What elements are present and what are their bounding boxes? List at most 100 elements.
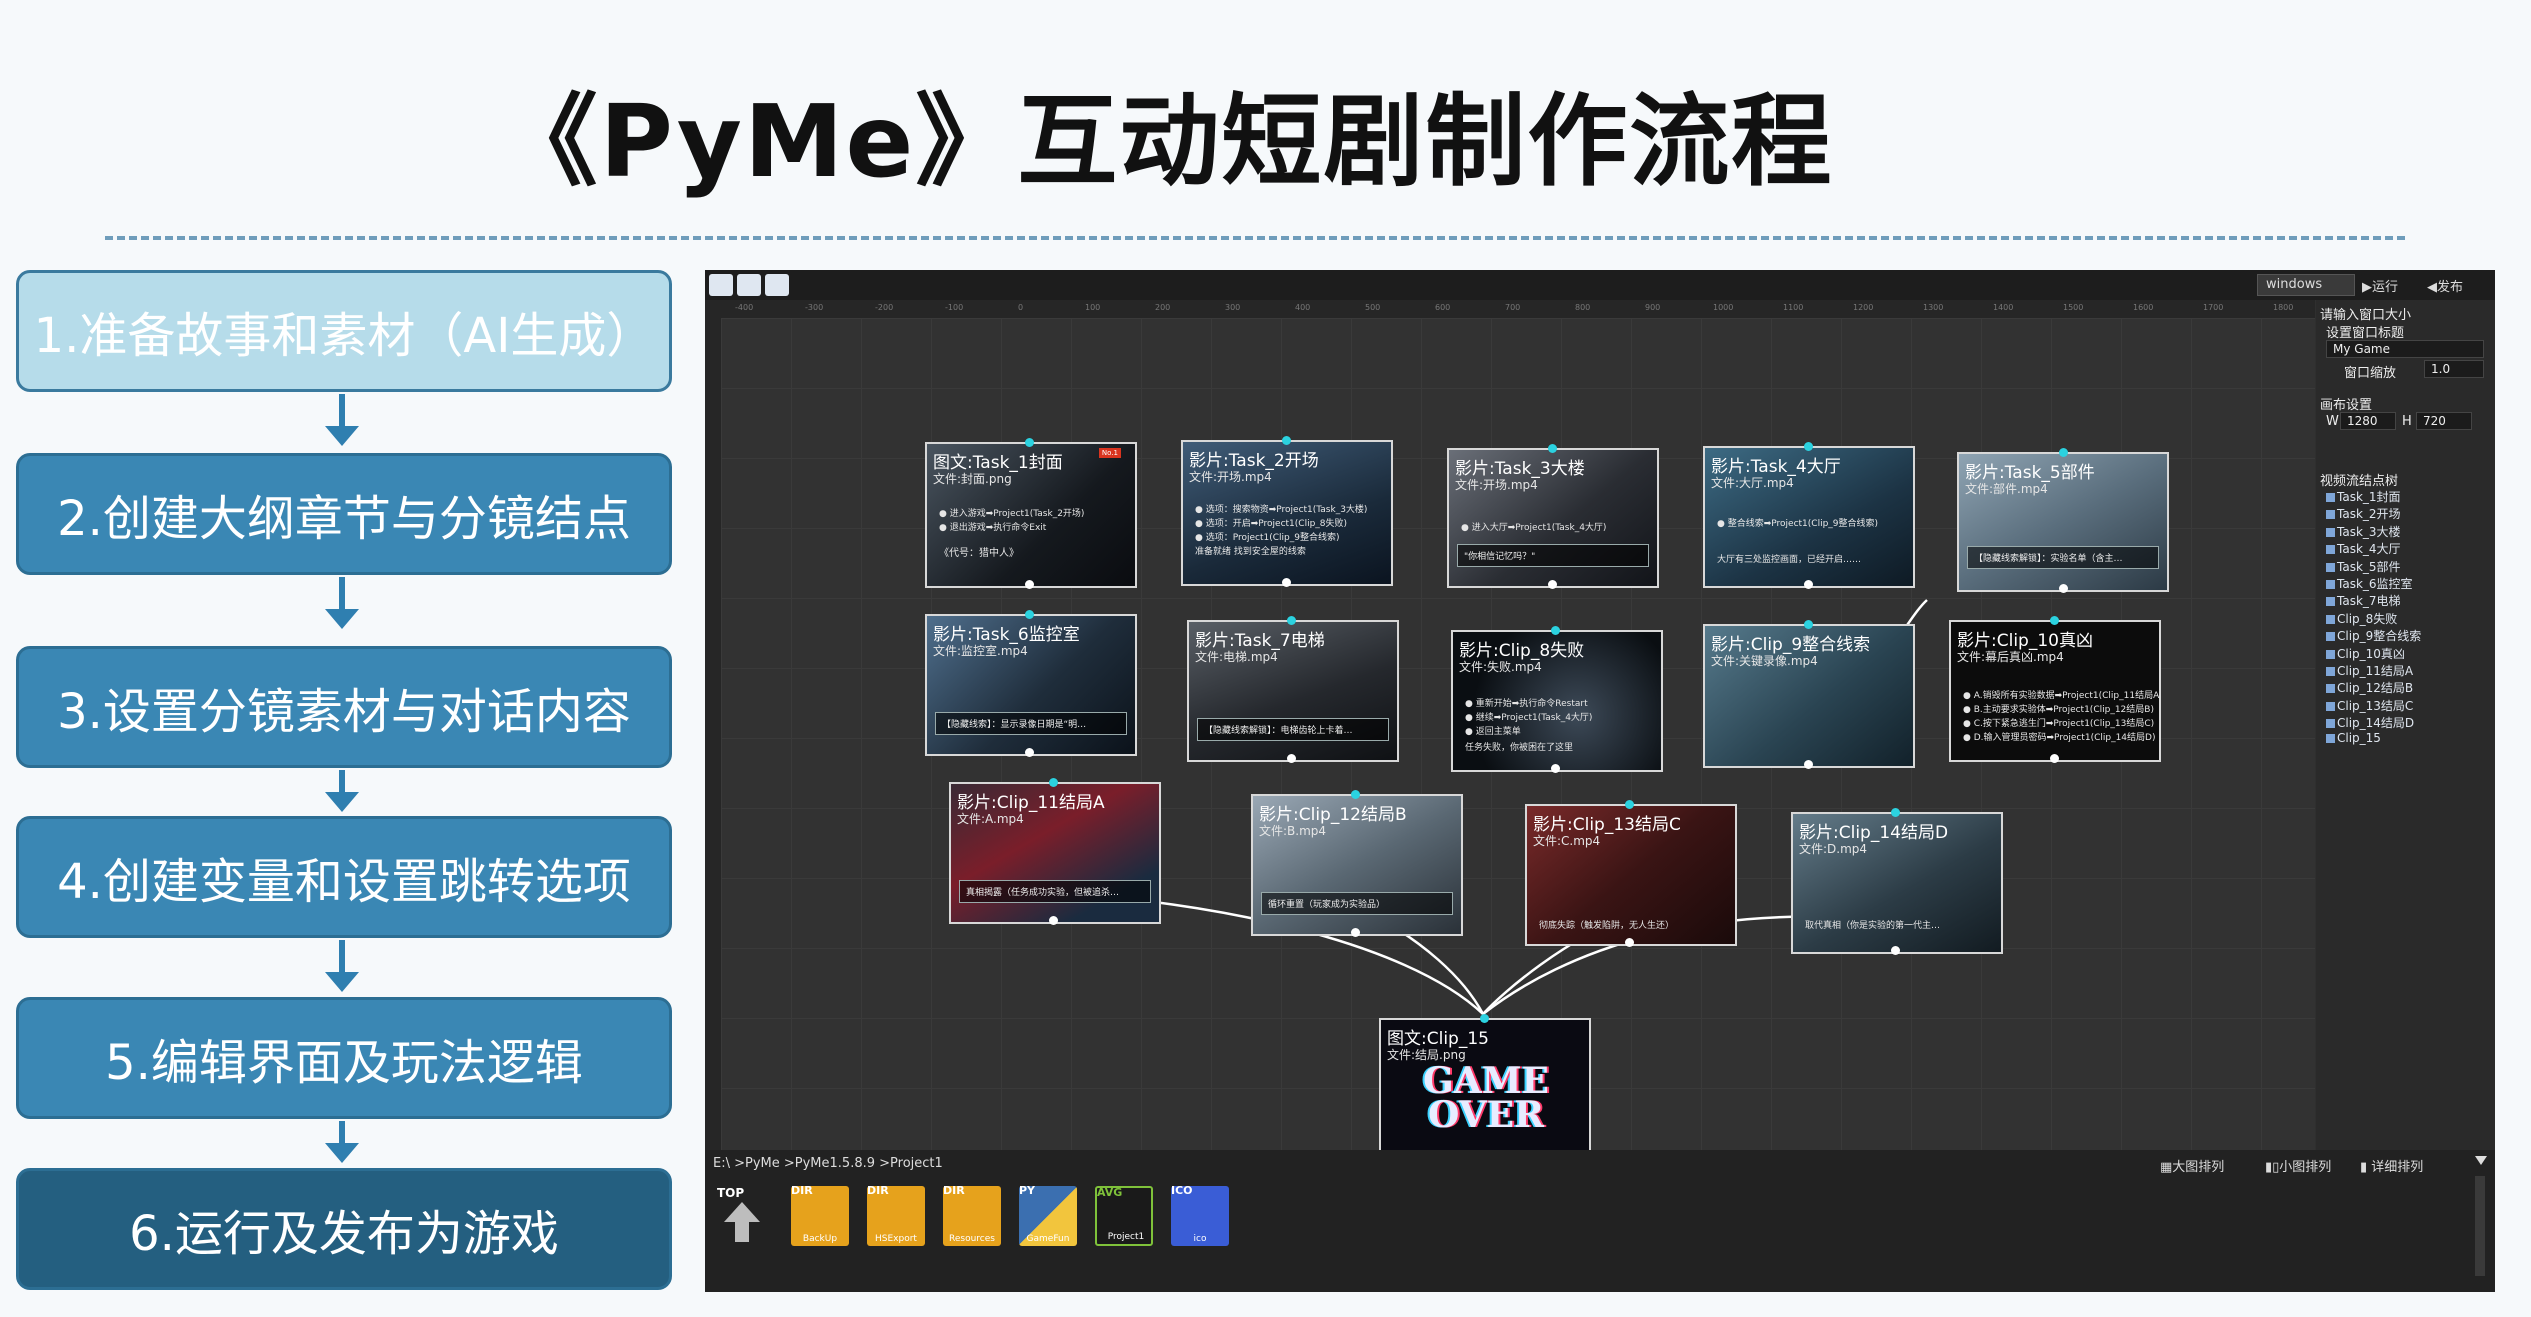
width-input[interactable]: 1280 (2340, 412, 2396, 430)
zoom-input[interactable]: 1.0 (2424, 360, 2484, 378)
tree-item[interactable]: Clip_10真凶 (2326, 645, 2421, 662)
tree-item[interactable]: Clip_8失败 (2326, 610, 2421, 627)
step-3: 3.设置分镜素材与对话内容 (16, 646, 672, 768)
node-output-port[interactable] (1625, 938, 1634, 947)
node-input-port[interactable] (1804, 442, 1813, 451)
node-output-port[interactable] (2059, 584, 2068, 593)
breadcrumb[interactable]: E:\ >PyMe >PyMe1.5.8.9 >Project1 (713, 1156, 943, 1171)
node-input-port[interactable] (1548, 444, 1557, 453)
node-input-port[interactable] (1287, 616, 1296, 625)
file-item-gamefun[interactable]: PY GameFun (1017, 1184, 1079, 1246)
top-button[interactable]: TOP (711, 1186, 773, 1247)
node-output-port[interactable] (1804, 580, 1813, 589)
tree-item[interactable]: Clip_15 (2326, 731, 2421, 748)
tree-item[interactable]: Clip_13结局C (2326, 697, 2421, 714)
node-input-port[interactable] (1049, 778, 1058, 787)
node-task-3[interactable]: 影片:Task_3大楼 文件:开场.mp4 ● 进入大厅➡Project1(Ta… (1447, 448, 1659, 588)
node-clip-8[interactable]: 影片:Clip_8失败 文件:失败.mp4 ● 重新开始➡执行命令Restart… (1451, 630, 1663, 772)
platform-select[interactable]: windows (2257, 274, 2355, 296)
file-item-ico[interactable]: ICO ico (1169, 1184, 1231, 1246)
doc-edit-icon[interactable] (765, 274, 789, 296)
node-option: ● B.主动要求实验体➡Project1(Clip_12结局B) (1963, 705, 2154, 715)
top-label: TOP (717, 1186, 745, 1200)
node-output-port[interactable] (2050, 754, 2059, 763)
tree-item[interactable]: Clip_12结局B (2326, 679, 2421, 696)
node-task-2[interactable]: 影片:Task_2开场 文件:开场.mp4 ● 选项：搜索物资➡Project1… (1181, 440, 1393, 586)
node-input-port[interactable] (1891, 808, 1900, 817)
file-type-tag: ICO (1171, 1184, 1193, 1197)
node-input-port[interactable] (1282, 436, 1291, 445)
node-input-port[interactable] (2050, 616, 2059, 625)
node-output-port[interactable] (1025, 748, 1034, 757)
tree-item[interactable]: Task_5部件 (2326, 558, 2421, 575)
window-title-input[interactable]: My Game (2326, 340, 2484, 358)
tree-item[interactable]: Task_2开场 (2326, 505, 2421, 522)
node-clip-12[interactable]: 影片:Clip_12结局B 文件:B.mp4 循环重置（玩家成为实验品） (1251, 794, 1463, 936)
node-output-port[interactable] (1551, 764, 1560, 773)
node-task-7[interactable]: 影片:Task_7电梯 文件:电梯.mp4 【隐藏线索解锁】：电梯齿轮上卡着… (1187, 620, 1399, 762)
node-input-port[interactable] (1625, 800, 1634, 809)
step-label: 3.设置分镜素材与对话内容 (57, 684, 631, 740)
node-input-port[interactable] (1804, 620, 1813, 629)
step-label: 6.运行及发布为游戏 (129, 1206, 559, 1262)
tree-item[interactable]: Clip_11结局A (2326, 662, 2421, 679)
node-file: 文件:大厅.mp4 (1711, 476, 1794, 490)
node-file: 文件:D.mp4 (1799, 842, 1868, 856)
node-clip-10[interactable]: 影片:Clip_10真凶 文件:幕后真凶.mp4 ● A.销毁所有实验数据➡Pr… (1949, 620, 2161, 762)
node-input-port[interactable] (2059, 448, 2068, 457)
node-canvas[interactable]: -400 -300 -200 -100 0 100 200 300 400 50… (705, 300, 2315, 1154)
node-output-port[interactable] (1282, 578, 1291, 587)
node-input-port[interactable] (1025, 438, 1034, 447)
node-output-port[interactable] (1891, 946, 1900, 955)
file-item-resources[interactable]: DIR Resources (941, 1184, 1003, 1246)
file-item-backup[interactable]: DIR BackUp (789, 1184, 851, 1246)
node-input-port[interactable] (1025, 610, 1034, 619)
node-output-port[interactable] (1049, 916, 1058, 925)
window-size-label: 请输入窗口大小 (2320, 308, 2412, 323)
node-clip-9[interactable]: 影片:Clip_9整合线索 文件:关键录像.mp4 (1703, 624, 1915, 768)
node-clip-15[interactable]: 图文:Clip_15 文件:结局.png GAME OVER (1379, 1018, 1591, 1154)
tree-item[interactable]: Task_4大厅 (2326, 540, 2421, 557)
publish-button[interactable]: ◀发布 (2427, 276, 2463, 295)
project-icon: AVG Project1 (1095, 1186, 1153, 1246)
node-input-port[interactable] (1351, 790, 1360, 799)
view-small-button[interactable]: ▮▯小图排列 (2265, 1156, 2331, 1175)
node-caption: "你相信记忆吗？" (1457, 544, 1649, 567)
view-detail-button[interactable]: ▮ 详细排列 (2360, 1156, 2423, 1175)
node-output-port[interactable] (1548, 580, 1557, 589)
edit-icon[interactable] (709, 274, 733, 296)
node-output-port[interactable] (1351, 928, 1360, 937)
node-clip-14[interactable]: 影片:Clip_14结局D 文件:D.mp4 取代真相（你是实验的第一代主… (1791, 812, 2003, 954)
node-task-1[interactable]: 图文:Task_1封面 文件:封面.png ● 进入游戏➡Project1(Ta… (925, 442, 1137, 588)
node-clip-13[interactable]: 影片:Clip_13结局C 文件:C.mp4 彻底失踪（触发陷阱，无人生还） (1525, 804, 1737, 946)
gamepad-icon: ICO ico (1171, 1184, 1229, 1246)
tree-item[interactable]: Task_7电梯 (2326, 592, 2421, 609)
file-item-hsexport[interactable]: DIR HSExport (865, 1184, 927, 1246)
arrow-icon (339, 394, 345, 430)
node-clip-11[interactable]: 影片:Clip_11结局A 文件:A.mp4 真相揭露（任务成功实验，但被追杀… (949, 782, 1161, 924)
scrollbar[interactable] (2475, 1176, 2485, 1276)
node-task-5[interactable]: 影片:Task_5部件 文件:部件.mp4 【隐藏线索解锁】：实验名单（含主… (1957, 452, 2169, 592)
tree-item[interactable]: Task_3大楼 (2326, 523, 2421, 540)
node-option: ● 整合线索➡Project1(Clip_9整合线索) (1717, 519, 1879, 529)
node-output-port[interactable] (1287, 754, 1296, 763)
tree-item[interactable]: Task_6监控室 (2326, 575, 2421, 592)
view-large-button[interactable]: ▦大图排列 (2160, 1156, 2224, 1175)
node-output-port[interactable] (1804, 760, 1813, 769)
file-name: BackUp (802, 1234, 838, 1244)
node-task-6[interactable]: 影片:Task_6监控室 文件:监控室.mp4 【隐藏线索】：显示录像日期是“明… (925, 614, 1137, 756)
dropdown-icon[interactable] (2475, 1156, 2487, 1165)
grid-icon[interactable] (737, 274, 761, 296)
tree-item[interactable]: Task_1封面 (2326, 488, 2421, 505)
node-input-port[interactable] (1551, 626, 1560, 635)
node-caption: 取代真相（你是实验的第一代主… (1805, 921, 1941, 931)
height-input[interactable]: 720 (2416, 412, 2472, 430)
tree-item[interactable]: Clip_9整合线索 (2326, 627, 2421, 644)
node-task-4[interactable]: 影片:Task_4大厅 文件:大厅.mp4 ● 整合线索➡Project1(Cl… (1703, 446, 1915, 588)
run-button[interactable]: ▶运行 (2362, 276, 2398, 295)
file-item-project1[interactable]: AVG Project1 (1093, 1186, 1155, 1246)
node-option: ● D.输入管理员密码➡Project1(Clip_14结局D) (1963, 733, 2156, 743)
tree-item[interactable]: Clip_14结局D (2326, 714, 2421, 731)
node-output-port[interactable] (1025, 580, 1034, 589)
node-input-port[interactable] (1480, 1014, 1489, 1023)
